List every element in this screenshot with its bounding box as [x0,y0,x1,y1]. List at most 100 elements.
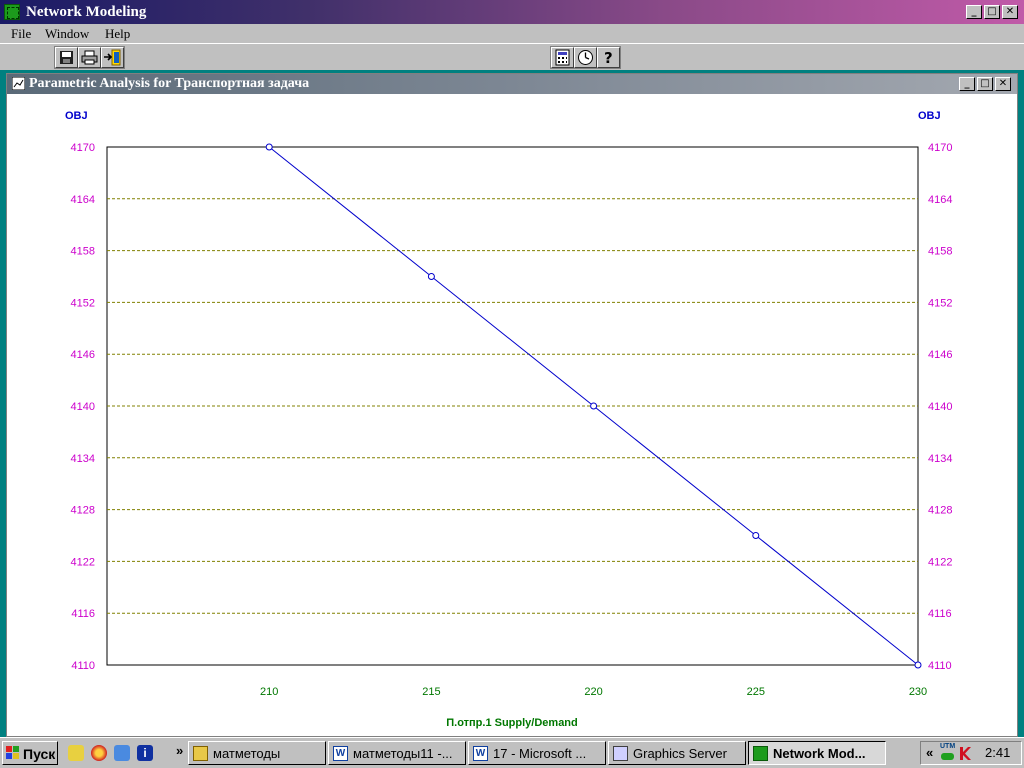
menu-file[interactable]: File [11,26,31,42]
utm-label: UTM [940,743,956,750]
tray-chevron[interactable]: « [926,745,933,760]
data-point [590,402,598,410]
y-tick-label-left: 4170 [71,142,95,154]
start-label: Пуск [23,746,56,762]
calculator-button[interactable] [551,47,574,68]
task-button-word-matmetody11[interactable]: W матметоды11 -... [328,741,466,765]
y-tick-label-left: 4152 [71,297,95,309]
toolbar: ? [0,43,1024,70]
y-tick-label-right: 4116 [928,608,952,620]
system-tray: « UTM 2:41 [920,741,1022,765]
maximize-button[interactable]: □ [984,5,1000,19]
y-tick-label-right: 4170 [928,142,952,154]
menu-bar: File Window Help [0,24,1024,43]
child-title-bar[interactable]: Parametric Analysis for Транспортная зад… [7,74,1017,94]
utm-icon[interactable] [941,753,954,760]
child-minimize-button[interactable]: _ [959,77,975,91]
chart-window-icon [12,77,25,90]
parametric-line-chart: OBJ OBJ 4110 4116 4122 4128 4134 4140 4146 4152… [65,110,952,729]
task-button-matmetody[interactable]: матметоды [188,741,326,765]
x-tick-label: 210 [260,686,278,698]
x-tick-label: 230 [909,686,927,698]
y-tick-label-right: 4152 [928,297,952,309]
x-tick-label: 220 [584,686,602,698]
floppy-icon [60,51,73,64]
y-tick-label-left: 4134 [71,453,95,465]
grid-lines [107,198,918,614]
x-tick-label: 215 [422,686,440,698]
quicklaunch-desktop-icon[interactable] [68,745,84,761]
kaspersky-icon[interactable] [958,746,972,761]
network-modeling-icon [753,746,768,761]
y-tick-label-right: 4140 [928,401,952,413]
task-label: матметоды [213,746,281,761]
task-label: матметоды11 -... [353,746,453,761]
task-label: Graphics Server [633,746,727,761]
data-point [752,532,760,539]
y-tick-label-right: 4122 [928,556,952,568]
menu-window[interactable]: Window [45,26,89,42]
quicklaunch-info-icon[interactable]: i [137,745,153,761]
clock-button[interactable] [574,47,597,68]
task-button-network-modeling[interactable]: Network Mod... [748,741,886,765]
clock-icon [578,50,593,65]
svg-text:?: ? [604,49,613,67]
x-tick-label: 225 [747,686,765,698]
task-button-word-17[interactable]: W 17 - Microsoft ... [468,741,606,765]
y-tick-label-left: 4146 [71,349,95,361]
calculator-icon [555,49,570,66]
y-tick-label-left: 4140 [71,401,95,413]
data-point [265,143,273,151]
child-window-title: Parametric Analysis for Транспортная зад… [29,76,310,91]
network-modeling-icon [4,4,20,20]
help-icon: ? [604,49,613,67]
printer-icon [81,50,98,65]
parametric-analysis-window: Parametric Analysis for Транспортная зад… [6,73,1018,737]
y-tick-label-right: 4158 [928,246,952,258]
child-close-button[interactable]: ✕ [995,77,1011,91]
y-tick-label-left: 4122 [71,556,95,568]
y-tick-label-right: 4110 [928,660,952,672]
y-axis-label-left: OBJ [65,110,88,122]
data-point [914,661,922,669]
exit-button[interactable] [101,47,124,68]
close-button[interactable]: ✕ [1002,5,1018,19]
windows-logo-icon [6,746,19,759]
exit-door-icon [104,49,121,66]
save-button[interactable] [55,47,78,68]
data-point [427,273,435,280]
menu-help[interactable]: Help [105,26,130,42]
quicklaunch-browser-icon[interactable] [91,745,107,761]
task-button-graphics-server[interactable]: Graphics Server [608,741,746,765]
y-tick-label-right: 4134 [928,453,952,465]
child-maximize-button[interactable]: □ [977,77,993,91]
toolbar-group-file [54,46,125,69]
y-tick-label-right: 4128 [928,505,952,517]
x-axis-label: П.отпр.1 Supply/Demand [446,717,578,729]
help-button[interactable]: ? [597,47,620,68]
graphics-server-icon [613,746,628,761]
start-button[interactable]: Пуск [2,741,58,765]
print-button[interactable] [78,47,101,68]
quicklaunch-ie-icon[interactable] [114,745,130,761]
y-axis-label-right: OBJ [918,110,941,122]
app-title-bar[interactable]: Network Modeling _ □ ✕ [0,0,1024,24]
quicklaunch-chevron[interactable]: » [176,743,183,758]
y-tick-label-left: 4128 [71,505,95,517]
y-tick-label-left: 4158 [71,246,95,258]
y-tick-label-right: 4164 [928,194,952,206]
app-title: Network Modeling [26,4,147,20]
y-tick-label-left: 4110 [71,660,95,672]
y-tick-label-left: 4116 [71,608,95,620]
y-tick-label-right: 4146 [928,349,952,361]
word-icon: W [333,746,348,761]
y-tick-label-left: 4164 [71,194,95,206]
toolbar-group-tools: ? [550,46,621,69]
task-label: Network Mod... [773,746,866,761]
word-icon: W [473,746,488,761]
clock: 2:41 [985,745,1011,760]
minimize-button[interactable]: _ [966,5,982,19]
folder-icon [193,746,208,761]
y-ticks-right: 4110 4116 4122 4128 4134 4140 4146 4152 4158 4164… [928,142,952,672]
taskbar: Пуск i » матметоды W матметоды11 -... W … [0,737,1024,768]
